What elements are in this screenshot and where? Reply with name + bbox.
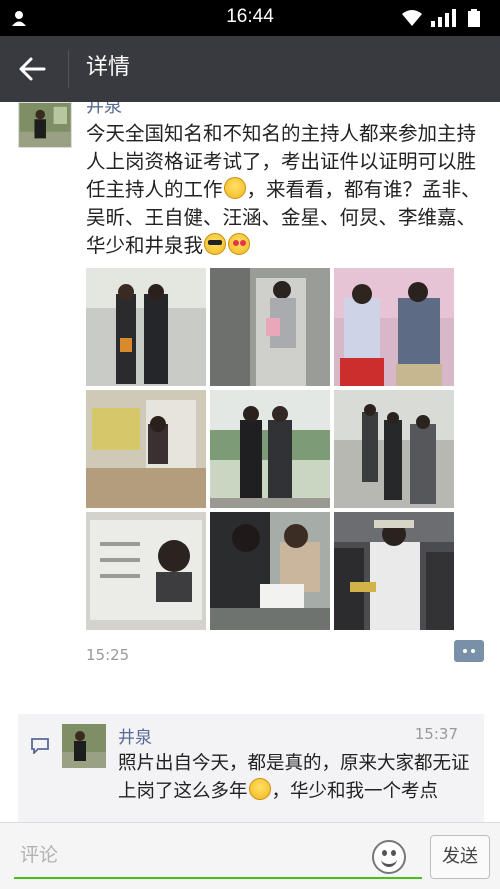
page-title: 详情: [86, 55, 131, 80]
wifi-icon: [402, 10, 422, 26]
dot: [463, 649, 467, 653]
author-avatar[interactable]: [18, 102, 72, 148]
battery-icon: [468, 9, 480, 27]
comment-text: 照片出自今天，都是真的，原来大家都无证上岗了这么多年 ，华少和我一个考点: [118, 750, 478, 806]
dot: [471, 649, 475, 653]
heart-eyes-emoji: [228, 233, 251, 255]
signal-icon: [431, 9, 456, 27]
comment-text-part-2: ，华少和我一个考点: [271, 781, 439, 802]
comment-list: 井泉 15:37 照片出自今天，都是真的，原来大家都无证上岗了这么多年 ，华少和我…: [18, 714, 484, 822]
sunglasses-emoji: [204, 233, 227, 255]
status-bar: 16:44: [0, 0, 500, 36]
post-time: 15:25: [86, 646, 130, 664]
photo-4[interactable]: [86, 390, 206, 508]
title-bar: 详情: [0, 36, 500, 102]
photo-9[interactable]: [334, 512, 454, 630]
comment-input[interactable]: [14, 833, 422, 879]
moment-post: 井泉 今天全国知名和不知名的主持人都来参加主持人上岗资格证考试了，考出证件以证明…: [0, 102, 500, 822]
laughing-tears-emoji: [248, 778, 271, 800]
photo-6[interactable]: [334, 390, 454, 508]
photo-8[interactable]: [210, 512, 330, 630]
photo-2[interactable]: [210, 268, 330, 386]
smiley-icon[interactable]: [372, 840, 406, 874]
mouth: [381, 859, 397, 867]
photo-1[interactable]: [86, 268, 206, 386]
send-button[interactable]: 发送: [430, 835, 490, 879]
commenter-avatar[interactable]: [62, 724, 106, 768]
laughing-tears-emoji: [223, 177, 246, 199]
status-time: 16:44: [226, 6, 274, 27]
header-divider: [68, 50, 69, 88]
comment-bar: 发送: [0, 822, 500, 889]
photo-7[interactable]: [86, 512, 206, 630]
post-author-name[interactable]: 井泉: [86, 102, 122, 118]
photo-5[interactable]: [210, 390, 330, 508]
photo-grid: [86, 268, 454, 631]
photo-3[interactable]: [334, 268, 454, 386]
comment-time: 15:37: [414, 725, 458, 743]
comment-bubble-icon: [31, 738, 49, 754]
commenter-name[interactable]: 井泉: [118, 723, 152, 748]
eye: [382, 850, 387, 856]
post-text: 今天全国知名和不知名的主持人都来参加主持人上岗资格证考试了，考出证件以证明可以胜…: [86, 120, 486, 260]
comment-dots-icon[interactable]: [454, 640, 484, 662]
eye: [391, 850, 396, 856]
arrow-left-icon[interactable]: [14, 54, 50, 84]
